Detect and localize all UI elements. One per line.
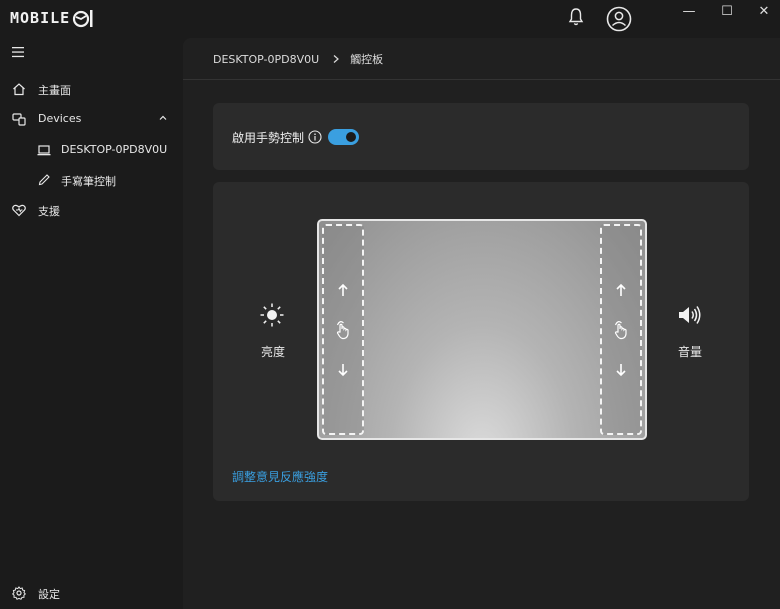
title-bar: MOBILE — ☐ ✕ bbox=[0, 0, 780, 38]
touchpad-card: 亮度 音量 調整意見反應強度 bbox=[213, 182, 749, 501]
hamburger-menu-icon[interactable] bbox=[12, 46, 26, 58]
arrow-down-icon bbox=[616, 364, 626, 377]
sidebar-item-desktop[interactable]: DESKTOP-0PD8V0U bbox=[0, 137, 183, 163]
volume-icon bbox=[679, 306, 701, 324]
close-button[interactable]: ✕ bbox=[751, 2, 777, 22]
gesture-control-card: 啟用手勢控制 bbox=[213, 103, 749, 170]
logo-mark-icon bbox=[73, 10, 93, 28]
main-content: DESKTOP-0PD8V0U 觸控板 啟用手勢控制 亮度 音量 調整意見反應強… bbox=[183, 38, 780, 609]
brightness-icon bbox=[260, 303, 284, 327]
sidebar-item-home[interactable]: 主畫面 bbox=[0, 76, 183, 102]
breadcrumb: DESKTOP-0PD8V0U 觸控板 bbox=[213, 51, 383, 67]
sidebar-item-label: 支援 bbox=[38, 205, 60, 218]
app-logo: MOBILE bbox=[10, 7, 94, 29]
sidebar-item-label: 手寫筆控制 bbox=[61, 175, 116, 188]
home-icon bbox=[13, 83, 25, 96]
logo-text: MOBILE bbox=[10, 9, 71, 27]
user-circle-icon[interactable] bbox=[606, 6, 632, 32]
chevron-right-icon bbox=[333, 55, 340, 63]
pen-icon bbox=[38, 174, 50, 186]
gear-icon bbox=[12, 586, 26, 600]
sidebar-item-pen-control[interactable]: 手寫筆控制 bbox=[0, 167, 183, 193]
arrow-up-icon bbox=[338, 283, 348, 296]
sidebar: 主畫面 Devices DESKTOP-0PD8V0U 手寫筆控制 支援 設定 bbox=[0, 38, 183, 609]
sidebar-item-devices[interactable]: Devices bbox=[0, 106, 183, 132]
arrow-down-icon bbox=[338, 364, 348, 377]
devices-icon bbox=[12, 113, 26, 126]
brightness-label: 亮度 bbox=[261, 345, 286, 359]
info-icon[interactable] bbox=[308, 130, 322, 144]
touch-gesture-icon bbox=[336, 321, 349, 340]
arrow-up-icon bbox=[616, 283, 626, 296]
gesture-control-toggle[interactable] bbox=[328, 129, 359, 145]
sidebar-item-label: 主畫面 bbox=[38, 84, 71, 97]
breadcrumb-device[interactable]: DESKTOP-0PD8V0U bbox=[213, 53, 319, 66]
touch-gesture-icon bbox=[614, 321, 627, 340]
maximize-button[interactable]: ☐ bbox=[714, 2, 740, 22]
minimize-button[interactable]: — bbox=[676, 2, 702, 22]
chevron-up-icon[interactable] bbox=[158, 113, 168, 123]
heart-support-icon bbox=[12, 204, 26, 217]
breadcrumb-current-page: 觸控板 bbox=[350, 53, 384, 66]
laptop-icon bbox=[37, 145, 51, 156]
volume-gesture-zone bbox=[600, 224, 642, 435]
gesture-control-label: 啟用手勢控制 bbox=[232, 131, 305, 145]
toggle-knob bbox=[346, 132, 356, 142]
volume-label: 音量 bbox=[678, 345, 703, 359]
sidebar-item-label: Devices bbox=[38, 112, 82, 125]
sidebar-item-label: 設定 bbox=[38, 588, 60, 601]
brightness-gesture-zone bbox=[322, 224, 364, 435]
sidebar-item-settings[interactable]: 設定 bbox=[0, 580, 183, 606]
touchpad-preview bbox=[317, 219, 647, 440]
bell-icon[interactable] bbox=[568, 7, 584, 27]
sidebar-item-support[interactable]: 支援 bbox=[0, 197, 183, 223]
adjust-feedback-strength-link[interactable]: 調整意見反應強度 bbox=[232, 468, 328, 485]
header-divider bbox=[183, 79, 780, 80]
sidebar-item-label: DESKTOP-0PD8V0U bbox=[61, 143, 168, 156]
